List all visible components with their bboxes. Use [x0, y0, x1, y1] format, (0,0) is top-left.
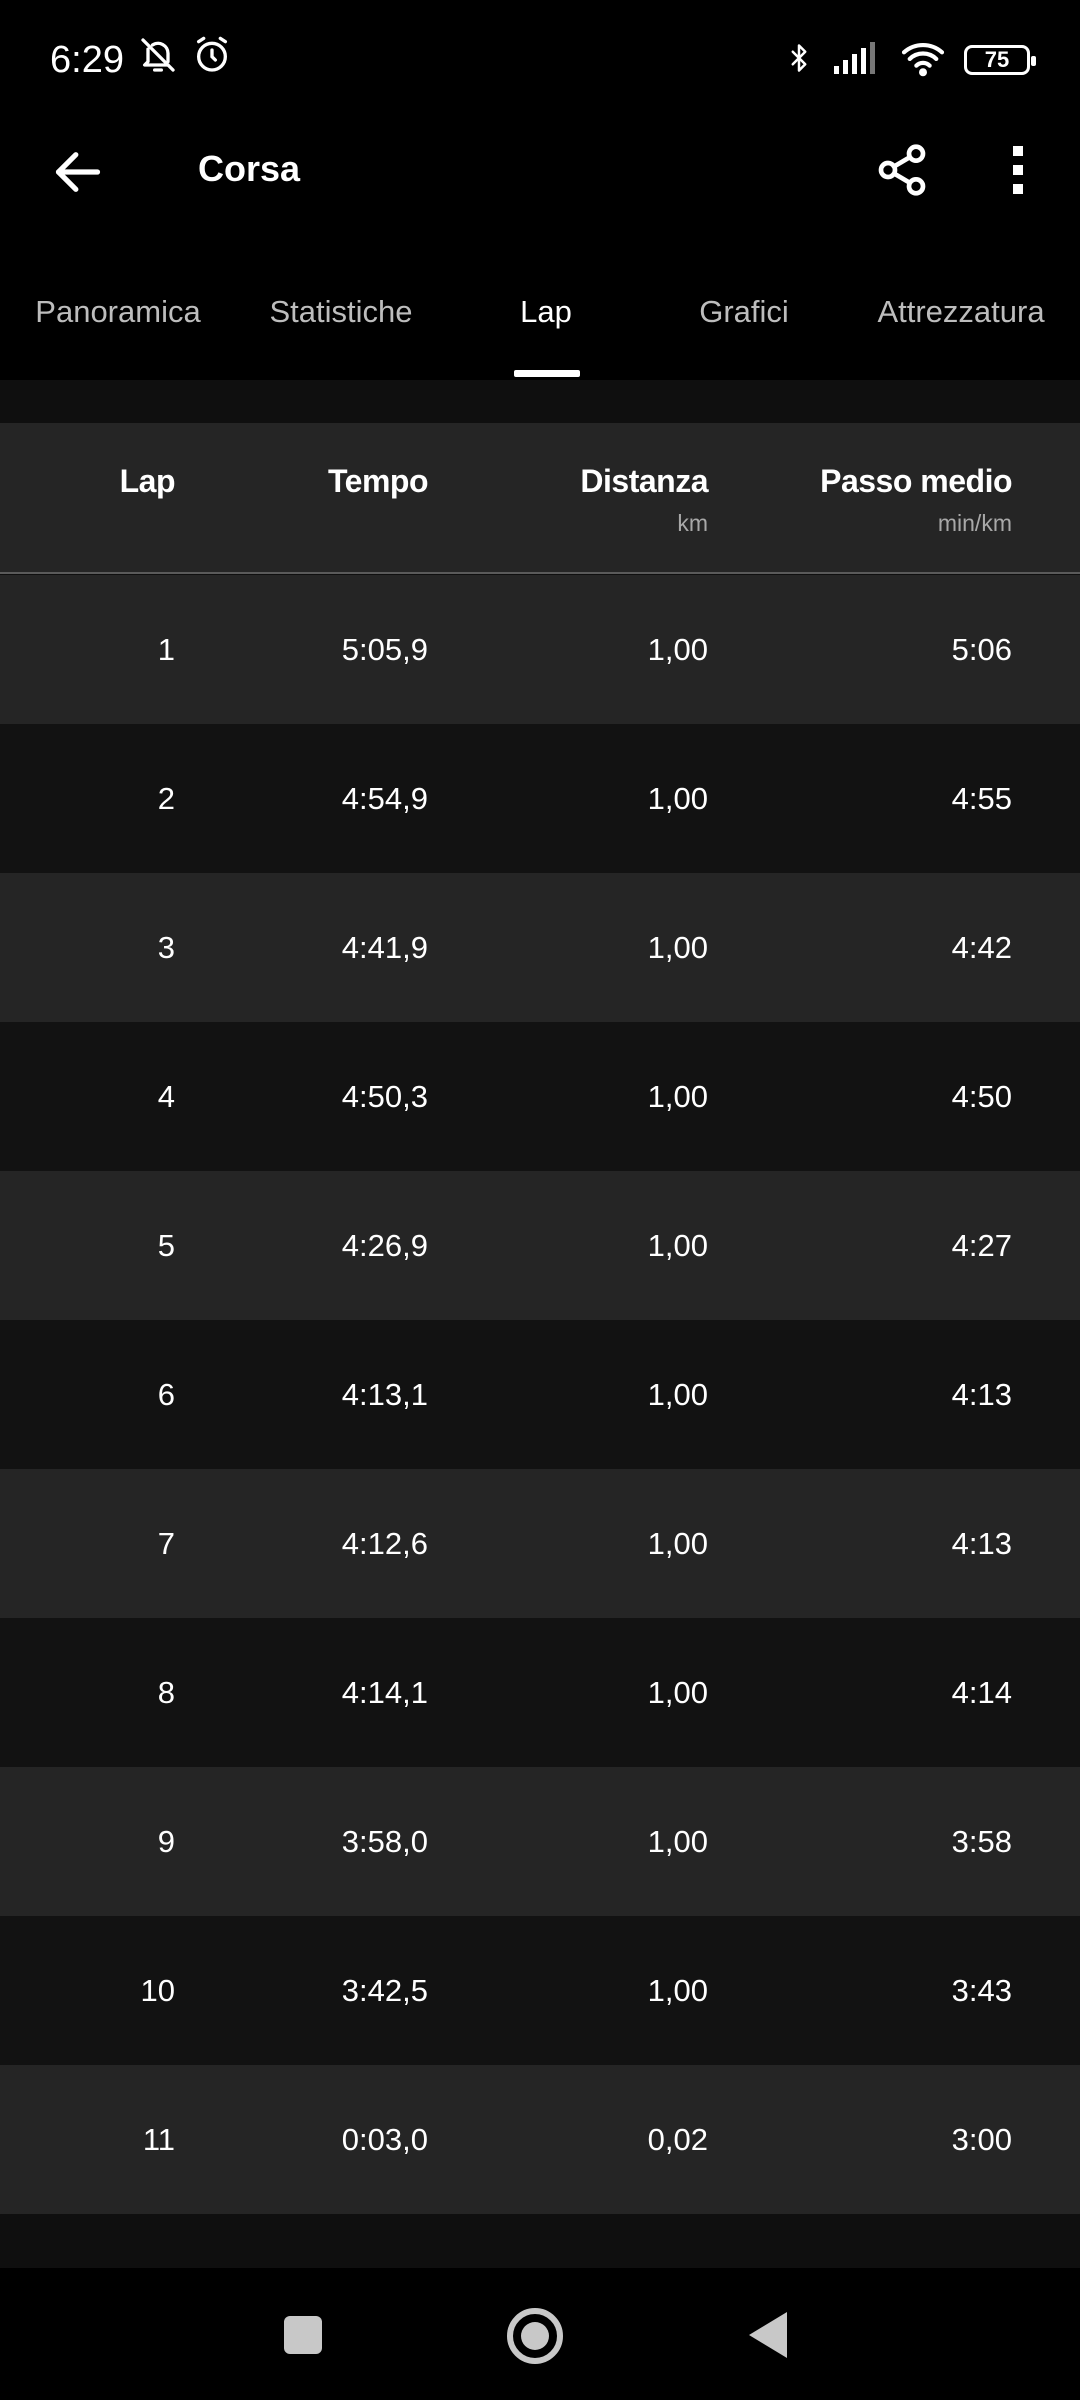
status-time: 6:29: [50, 38, 124, 81]
cell-distanza: 1,00: [647, 929, 708, 965]
cell-tempo: 0:03,0: [341, 2121, 428, 2157]
cell-distanza: 1,00: [647, 1972, 708, 2008]
table-row[interactable]: 1 5:05,9 1,00 5:06: [0, 575, 1080, 724]
header-lap: Lap: [119, 463, 176, 500]
cell-passo: 3:58: [951, 1823, 1012, 1859]
cell-tempo: 4:50,3: [341, 1078, 428, 1114]
cell-tempo: 4:14,1: [341, 1674, 428, 1710]
cell-tempo: 4:12,6: [341, 1525, 428, 1561]
tab-bar: Panoramica Statistiche Lap Grafici Attre…: [0, 270, 1080, 380]
header-distanza-unit: km: [677, 510, 708, 536]
cell-tempo: 3:42,5: [341, 1972, 428, 2008]
home-button[interactable]: [506, 2307, 564, 2365]
square-icon: [284, 2316, 322, 2354]
header-lap-label: Lap: [119, 463, 176, 499]
cell-lap: 1: [157, 631, 175, 667]
more-vert-icon: [1013, 146, 1023, 194]
circle-icon: [507, 2308, 563, 2364]
header-passo-unit: min/km: [937, 510, 1012, 536]
cell-lap: 11: [142, 2121, 175, 2157]
active-tab-indicator: [514, 370, 580, 377]
cell-lap: 8: [157, 1674, 175, 1710]
cell-passo: 4:13: [951, 1376, 1012, 1412]
cell-tempo: 4:41,9: [341, 929, 428, 965]
table-row[interactable]: 5 4:26,9 1,00 4:27: [0, 1171, 1080, 1320]
cell-tempo: 4:26,9: [341, 1227, 428, 1263]
cell-lap: 6: [157, 1376, 175, 1412]
tab-statistiche[interactable]: Statistiche: [236, 270, 446, 380]
cell-passo: 4:50: [951, 1078, 1012, 1114]
cell-distanza: 1,00: [647, 1078, 708, 1114]
cell-distanza: 1,00: [647, 631, 708, 667]
cell-distanza: 1,00: [647, 1674, 708, 1710]
back-button[interactable]: [48, 142, 108, 202]
cell-passo: 4:42: [951, 929, 1012, 965]
cell-tempo: 4:54,9: [341, 780, 428, 816]
table-row[interactable]: 8 4:14,1 1,00 4:14: [0, 1618, 1080, 1767]
cell-lap: 3: [157, 929, 175, 965]
cell-distanza: 0,02: [647, 2121, 708, 2157]
cell-tempo: 4:13,1: [341, 1376, 428, 1412]
table-row[interactable]: 4 4:50,3 1,00 4:50: [0, 1022, 1080, 1171]
cell-lap: 2: [157, 780, 175, 816]
header-distanza-label: Distanza: [580, 463, 708, 499]
table-row[interactable]: 9 3:58,0 1,00 3:58: [0, 1767, 1080, 1916]
cell-passo: 5:06: [951, 631, 1012, 667]
recents-button[interactable]: [283, 2315, 323, 2355]
page-title: Corsa: [198, 148, 301, 189]
table-row[interactable]: 6 4:13,1 1,00 4:13: [0, 1320, 1080, 1469]
cell-lap: 5: [157, 1227, 175, 1263]
cell-passo: 4:27: [951, 1227, 1012, 1263]
tab-lap[interactable]: Lap: [446, 270, 646, 380]
cell-lap: 4: [157, 1078, 175, 1114]
cell-distanza: 1,00: [647, 780, 708, 816]
header-passo-label: Passo medio: [820, 463, 1012, 499]
share-icon: [878, 144, 926, 196]
cell-lap: 7: [157, 1525, 175, 1561]
cell-tempo: 5:05,9: [341, 631, 428, 667]
wifi-icon: [900, 39, 946, 82]
cell-distanza: 1,00: [647, 1227, 708, 1263]
more-options-button[interactable]: [990, 138, 1046, 202]
header-tempo-label: Tempo: [327, 463, 429, 499]
header-distanza: Distanza km: [580, 463, 708, 537]
table-row[interactable]: 7 4:12,6 1,00 4:13: [0, 1469, 1080, 1618]
app-bar: Corsa: [0, 120, 1080, 220]
cell-distanza: 1,00: [647, 1525, 708, 1561]
status-left: 6:29: [50, 35, 232, 85]
table-row[interactable]: 11 0:03,0 0,02 3:00: [0, 2065, 1080, 2214]
bell-off-icon: [138, 35, 178, 85]
cell-lap: 10: [140, 1972, 175, 2008]
table-header: Lap Tempo Distanza km Passo medio min/km: [0, 423, 1080, 572]
cell-passo: 4:14: [951, 1674, 1012, 1710]
table-row[interactable]: 10 3:42,5 1,00 3:43: [0, 1916, 1080, 2065]
header-divider: [0, 572, 1080, 574]
status-right: 75: [784, 38, 1036, 83]
system-nav-bar: [0, 2270, 1080, 2400]
cell-passo: 3:00: [951, 2121, 1012, 2157]
status-bar: 6:29 75: [0, 0, 1080, 120]
tab-attrezzatura[interactable]: Attrezzatura: [842, 270, 1080, 380]
cell-passo: 4:55: [951, 780, 1012, 816]
table-row[interactable]: 3 4:41,9 1,00 4:42: [0, 873, 1080, 1022]
header-passo: Passo medio min/km: [820, 463, 1012, 537]
header-tempo: Tempo: [327, 463, 429, 500]
cell-tempo: 3:58,0: [341, 1823, 428, 1859]
cell-distanza: 1,00: [647, 1376, 708, 1412]
cell-passo: 3:43: [951, 1972, 1012, 2008]
table-row[interactable]: 2 4:54,9 1,00 4:55: [0, 724, 1080, 873]
tab-panoramica[interactable]: Panoramica: [0, 270, 236, 380]
battery-indicator: 75: [964, 45, 1036, 75]
share-button[interactable]: [870, 138, 934, 202]
cell-passo: 4:13: [951, 1525, 1012, 1561]
tab-grafici[interactable]: Grafici: [646, 270, 842, 380]
triangle-back-icon: [749, 2312, 787, 2358]
cell-lap: 9: [157, 1823, 175, 1859]
bluetooth-icon: [784, 38, 814, 83]
back-nav-button[interactable]: [747, 2310, 789, 2360]
cell-distanza: 1,00: [647, 1823, 708, 1859]
signal-icon: [832, 40, 882, 81]
alarm-icon: [192, 35, 232, 85]
arrow-back-icon: [55, 152, 101, 192]
